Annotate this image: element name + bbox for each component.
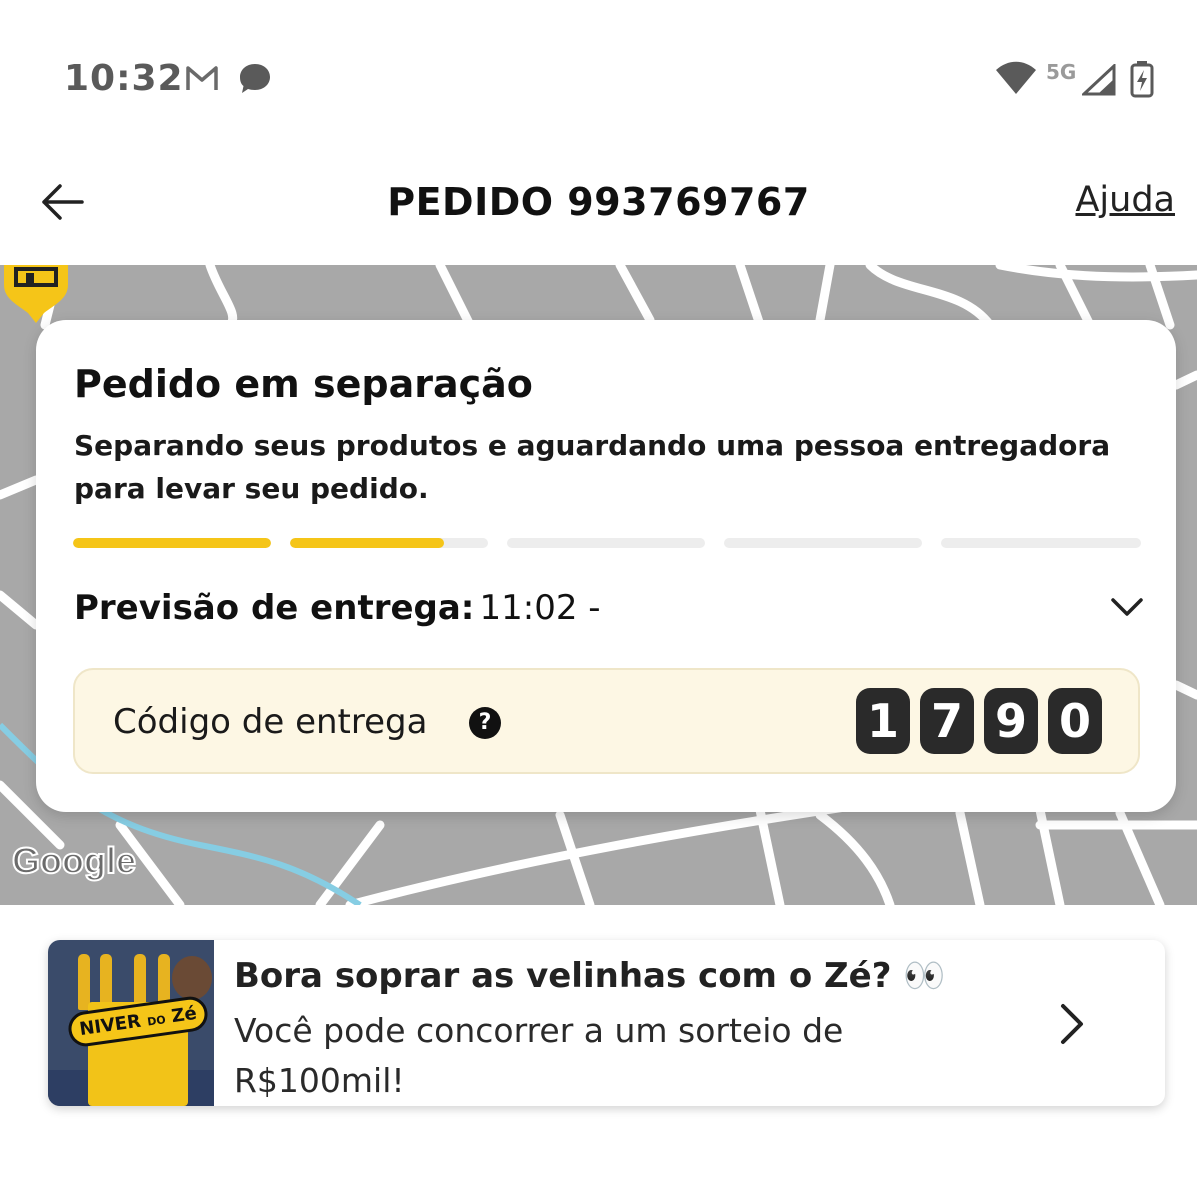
eta-label: Previsão de entrega: bbox=[74, 588, 475, 628]
store-pin-icon[interactable] bbox=[0, 265, 72, 327]
promo-badge-small: DO bbox=[146, 1013, 167, 1029]
promo-image-person bbox=[172, 956, 212, 1000]
promo-image: NIVER DO Zé bbox=[48, 940, 214, 1106]
delivery-code-digit: 1 bbox=[856, 688, 910, 754]
delivery-code-digit: 7 bbox=[920, 688, 974, 754]
google-attribution: Google bbox=[11, 839, 137, 882]
delivery-code-label: Código de entrega bbox=[113, 702, 428, 742]
promo-badge-brand: Zé bbox=[170, 1002, 199, 1028]
promo-image-bottle bbox=[78, 954, 90, 1010]
progress-step-1 bbox=[73, 538, 271, 548]
promo-badge-text: NIVER bbox=[78, 1010, 143, 1041]
order-status-description: Separando seus produtos e aguardando uma… bbox=[74, 429, 1111, 505]
chat-icon bbox=[240, 64, 270, 93]
order-status-card: Pedido em separação Separando seus produ… bbox=[36, 320, 1176, 812]
delivery-code-digit: 9 bbox=[984, 688, 1038, 754]
status-bar: 10:32 5G bbox=[0, 0, 1197, 130]
status-time: 10:32 bbox=[64, 58, 184, 99]
progress-step-2 bbox=[290, 538, 488, 548]
delivery-code-digit: 0 bbox=[1048, 688, 1102, 754]
delivery-code-digits: 1790 bbox=[846, 688, 1102, 754]
promo-banner[interactable]: NIVER DO Zé Bora soprar as velinhas com … bbox=[48, 940, 1165, 1106]
help-icon[interactable]: ? bbox=[469, 707, 501, 739]
chevron-down-icon[interactable] bbox=[1110, 596, 1144, 618]
page-title: PEDIDO 993769767 bbox=[387, 180, 810, 224]
promo-subtitle: Você pode concorrer a um sorteio de R$10… bbox=[234, 1011, 844, 1100]
order-status-title: Pedido em separação bbox=[74, 362, 533, 406]
eta-value: 11:02 - bbox=[479, 588, 601, 628]
promo-area: NIVER DO Zé Bora soprar as velinhas com … bbox=[0, 905, 1197, 1200]
progress-step-5 bbox=[941, 538, 1141, 548]
delivery-code-box: Código de entrega ? 1790 bbox=[73, 668, 1140, 774]
app-header: PEDIDO 993769767 Ajuda bbox=[0, 150, 1197, 260]
battery-charging-icon bbox=[1130, 61, 1154, 98]
wifi-icon bbox=[996, 61, 1036, 94]
gmail-icon bbox=[186, 66, 218, 90]
chevron-right-icon[interactable] bbox=[1058, 1002, 1086, 1046]
network-type: 5G bbox=[1046, 60, 1077, 84]
progress-step-4 bbox=[724, 538, 922, 548]
order-progress-bar bbox=[73, 538, 1141, 548]
signal-icon bbox=[1082, 64, 1116, 96]
progress-step-3 bbox=[507, 538, 705, 548]
delivery-eta-toggle[interactable]: Previsão de entrega: 11:02 - bbox=[74, 588, 1144, 632]
help-link[interactable]: Ajuda bbox=[1075, 180, 1175, 220]
promo-title: Bora soprar as velinhas com o Zé? 👀 bbox=[234, 956, 946, 996]
